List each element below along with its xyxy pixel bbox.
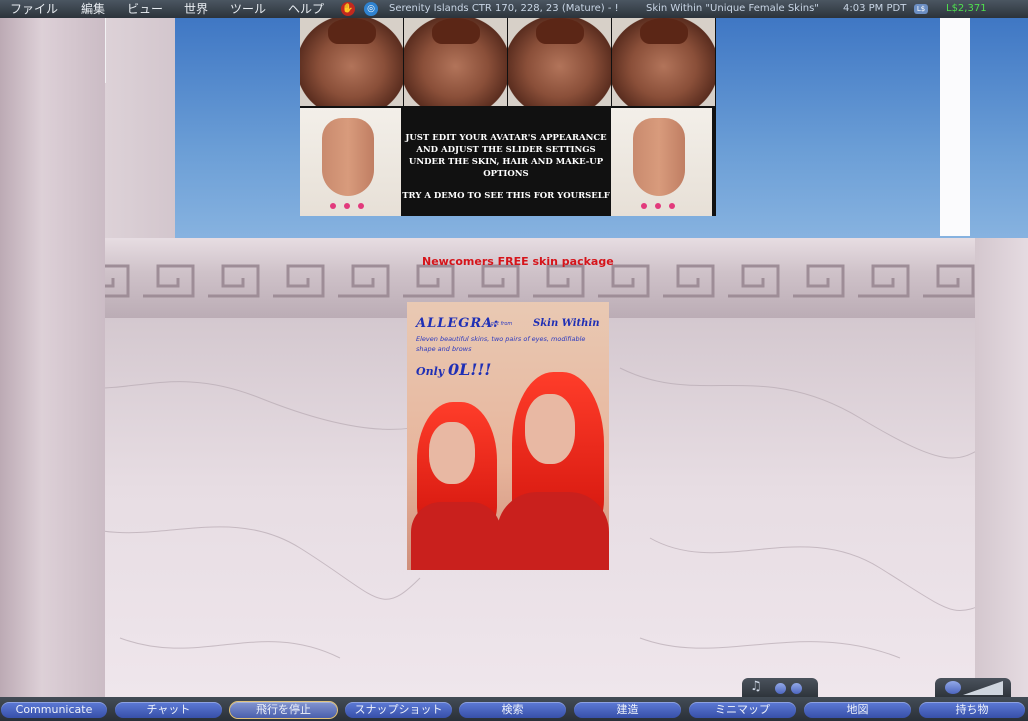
allegra-poster[interactable]: ALLEGRA: a gift from Skin Within Eleven … xyxy=(407,302,609,570)
avatar-dress xyxy=(411,502,501,570)
menu-help[interactable]: ヘルプ xyxy=(288,0,324,18)
music-icon[interactable]: ♫ xyxy=(750,679,762,694)
poster-price-value: 0L!!! xyxy=(447,360,492,379)
stop-flying-button[interactable]: 飛行を停止 xyxy=(229,701,338,719)
face-image xyxy=(300,18,403,106)
poster-gift-text: a gift from xyxy=(486,321,513,327)
health-icon[interactable]: ◎ xyxy=(364,2,378,16)
skin-ad-poster[interactable]: JUST EDIT YOUR AVATAR'S APPEARANCE AND A… xyxy=(300,18,716,216)
poster-price: Only 0L!!! xyxy=(416,360,491,379)
world-map-button[interactable]: 地図 xyxy=(804,702,911,718)
stop-icon[interactable] xyxy=(775,683,786,694)
avatar-dress xyxy=(497,492,609,570)
menu-bar: ファイル 編集 ビュー 世界 ツール ヘルプ ✋ ◎ Serenity Isla… xyxy=(0,0,1028,18)
white-pillar-right xyxy=(940,18,970,236)
buy-currency-icon[interactable]: L$ xyxy=(914,4,928,14)
media-controls: ♫ xyxy=(742,678,818,698)
poster-instructions: JUST EDIT YOUR AVATAR'S APPEARANCE AND A… xyxy=(402,108,610,214)
avatar-face xyxy=(525,394,575,464)
balance[interactable]: L$2,371 xyxy=(946,0,987,18)
location-text[interactable]: Serenity Islands CTR 170, 228, 23 (Matur… xyxy=(389,0,619,18)
wall-right xyxy=(975,238,1028,697)
face-image xyxy=(404,18,507,106)
wall-left xyxy=(0,18,105,697)
snapshot-button[interactable]: スナップショット xyxy=(345,702,452,718)
inventory-button[interactable]: 持ち物 xyxy=(919,702,1025,718)
clock: 4:03 PM PDT xyxy=(843,3,907,14)
menu-world[interactable]: 世界 xyxy=(184,0,208,18)
communicate-button[interactable]: Communicate xyxy=(1,702,107,718)
poster-price-prefix: Only xyxy=(416,365,448,378)
poster-description: Eleven beautiful skins, two pairs of eye… xyxy=(416,335,586,353)
avatar-face xyxy=(429,422,475,484)
no-push-icon[interactable]: ✋ xyxy=(341,2,355,16)
parcel-name[interactable]: Skin Within "Unique Female Skins" xyxy=(646,0,819,18)
menu-edit[interactable]: 編集 xyxy=(81,0,105,18)
nail-polish xyxy=(633,194,734,209)
poster-text-line2: TRY A DEMO TO SEE THIS FOR YOURSELF xyxy=(402,191,610,201)
menu-tools[interactable]: ツール xyxy=(230,0,266,18)
menu-view[interactable]: ビュー xyxy=(127,0,163,18)
face-image xyxy=(508,18,611,106)
build-button[interactable]: 建造 xyxy=(574,702,681,718)
floating-caption: Newcomers FREE skin package xyxy=(422,255,614,268)
bottom-toolbar: Communicate チャット 飛行を停止 スナップショット 検索 建造 ミニ… xyxy=(0,697,1028,721)
poster-text-line1: JUST EDIT YOUR AVATAR'S APPEARANCE AND A… xyxy=(405,133,607,179)
menu-file[interactable]: ファイル xyxy=(10,0,58,18)
poster-brand: Skin Within xyxy=(533,318,600,329)
face-image xyxy=(612,18,715,106)
minimap-button[interactable]: ミニマップ xyxy=(689,702,796,718)
search-button[interactable]: 検索 xyxy=(459,702,566,718)
play-icon[interactable] xyxy=(791,683,802,694)
volume-slider[interactable] xyxy=(963,681,1003,695)
volume-controls xyxy=(935,678,1011,698)
chat-button[interactable]: チャット xyxy=(115,702,222,718)
world-view[interactable]: JUST EDIT YOUR AVATAR'S APPEARANCE AND A… xyxy=(0,18,1028,697)
speaker-icon[interactable] xyxy=(945,681,961,694)
